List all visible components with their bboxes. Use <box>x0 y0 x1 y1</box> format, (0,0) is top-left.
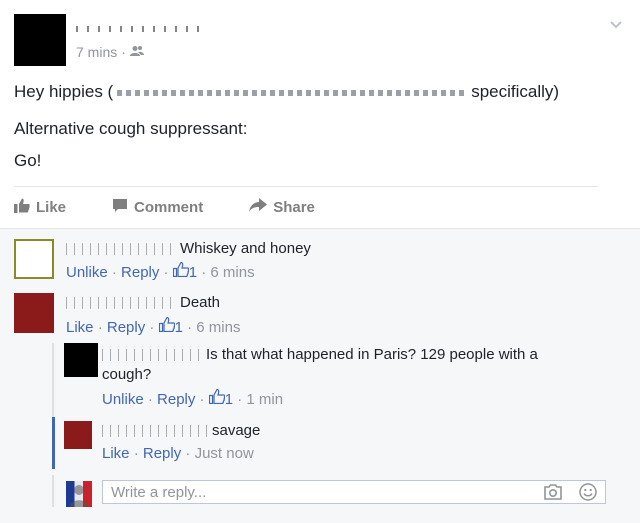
comment-text: Death <box>180 294 221 311</box>
like-count[interactable]: 1 <box>189 263 197 283</box>
comment-text-line-2: cough? <box>102 366 152 383</box>
thumbs-up-icon[interactable] <box>158 316 175 338</box>
post-text-line-2: Alternative cough suppressant: <box>14 119 248 138</box>
reply-thread-line <box>52 475 54 507</box>
redacted-names <box>117 89 468 96</box>
post-author-avatar[interactable] <box>14 14 66 66</box>
smiley-icon[interactable] <box>579 483 597 505</box>
comment-time[interactable]: 6 mins <box>196 318 240 338</box>
friends-icon[interactable] <box>129 44 144 60</box>
replier-avatar[interactable] <box>64 421 92 449</box>
replier-avatar[interactable] <box>64 343 98 377</box>
like-button[interactable]: Like <box>14 196 66 218</box>
comment-body: Is that what happened in Paris? 129 peop… <box>102 345 612 385</box>
commenter-avatar[interactable] <box>14 293 54 333</box>
comment-actions: Unlike · Reply · 1 · 6 mins <box>66 261 255 283</box>
thumbs-up-icon[interactable] <box>172 261 190 283</box>
post-time[interactable]: 7 mins <box>76 44 117 60</box>
meta-separator: · <box>121 44 126 60</box>
comment-time[interactable]: 6 mins <box>210 263 254 283</box>
reply-comment: savage Like · Reply · Just now <box>64 421 624 467</box>
share-icon <box>249 198 268 216</box>
comment-body: Whiskey and honey <box>66 239 311 259</box>
comment: Death Like · Reply · 1 · 6 mins <box>14 293 614 341</box>
share-label: Share <box>273 198 315 216</box>
post-author-name-redacted[interactable] <box>76 22 204 32</box>
thumbs-up-icon[interactable] <box>208 388 226 410</box>
like-label: Like <box>36 198 67 216</box>
comment-actions: Like · Reply · Just now <box>102 444 254 464</box>
commenter-name-redacted[interactable] <box>66 243 176 256</box>
divider <box>14 186 598 187</box>
post-text-line-3: Go! <box>14 151 42 170</box>
reply-thread-line <box>52 343 54 419</box>
chevron-down-icon[interactable] <box>608 16 624 32</box>
comment-body: savage <box>102 421 260 441</box>
reply-placeholder: Write a reply... <box>111 484 207 501</box>
comment-text: savage <box>212 422 261 439</box>
commenter-name-redacted[interactable] <box>102 349 202 362</box>
comment: Whiskey and honey Unlike · Reply · 1 · 6… <box>14 239 614 287</box>
comment-actions: Unlike · Reply · 1 · 1 min <box>102 388 283 410</box>
commenter-avatar[interactable] <box>14 239 54 279</box>
reply-thread-line-active <box>52 417 55 469</box>
comment-text: Whiskey and honey <box>180 240 311 257</box>
reply-link[interactable]: Reply <box>157 390 195 410</box>
comment-body: Death <box>66 293 220 313</box>
reply-input-icons <box>543 483 597 505</box>
post-actions: Like Comment Share <box>14 196 598 218</box>
reply-link[interactable]: Reply <box>107 318 145 338</box>
comment-label: Comment <box>134 198 204 216</box>
camera-icon[interactable] <box>543 484 563 504</box>
commenter-name-redacted[interactable] <box>66 297 176 310</box>
unlike-link[interactable]: Unlike <box>66 263 108 283</box>
share-button[interactable]: Share <box>249 196 315 218</box>
comments-section: Whiskey and honey Unlike · Reply · 1 · 6… <box>0 228 640 523</box>
reply-link[interactable]: Reply <box>121 263 159 283</box>
post-text-end: specifically) <box>471 82 560 101</box>
post-meta: 7 mins · <box>76 44 144 60</box>
like-count[interactable]: 1 <box>225 390 233 410</box>
comment-actions: Like · Reply · 1 · 6 mins <box>66 316 240 338</box>
post-header: 7 mins · <box>14 14 624 66</box>
like-link[interactable]: Like <box>102 444 130 464</box>
commenter-name-redacted[interactable] <box>102 425 208 438</box>
like-link[interactable]: Like <box>66 318 94 338</box>
comment-time[interactable]: Just now <box>195 444 254 464</box>
like-count[interactable]: 1 <box>175 318 183 338</box>
comment-button[interactable]: Comment <box>112 196 203 218</box>
reply-comment: Is that what happened in Paris? 129 peop… <box>64 343 624 413</box>
post-text-line-1: Hey hippies ( specifically) <box>14 81 559 103</box>
comment-text-line-1: Is that what happened in Paris? 129 peop… <box>206 346 538 363</box>
unlike-link[interactable]: Unlike <box>102 390 144 410</box>
post-text-start: Hey hippies ( <box>14 82 114 101</box>
comment-time[interactable]: 1 min <box>246 390 283 410</box>
comment-icon <box>112 198 128 217</box>
reply-input[interactable]: Write a reply... <box>102 480 606 504</box>
thumbs-up-icon <box>14 198 30 217</box>
current-user-avatar[interactable] <box>66 481 92 507</box>
reply-link[interactable]: Reply <box>143 444 181 464</box>
